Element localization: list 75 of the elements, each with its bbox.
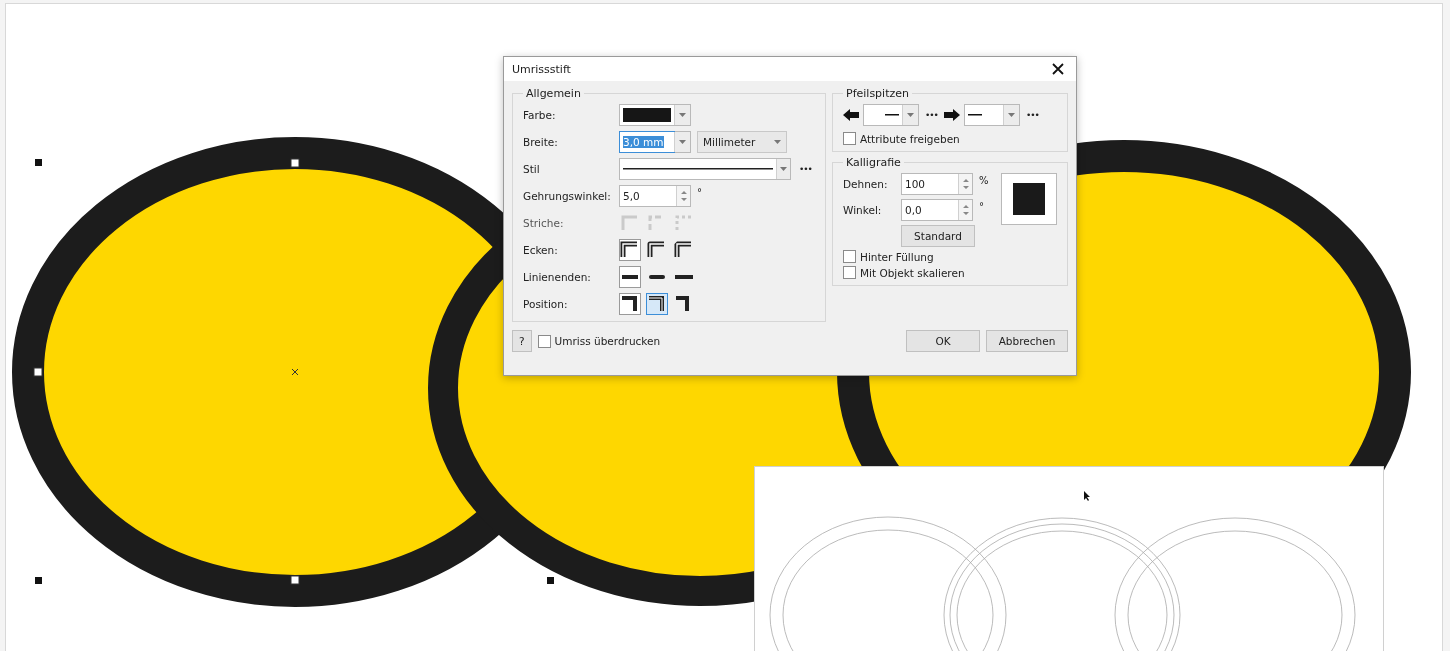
corner-style-button[interactable] <box>619 239 641 261</box>
default-button[interactable]: Standard <box>901 225 975 247</box>
color-picker[interactable] <box>619 104 691 126</box>
arrow-left-icon <box>843 109 859 121</box>
checkbox[interactable] <box>537 334 551 348</box>
selection-handle[interactable] <box>290 575 300 585</box>
outline-position-icon <box>647 294 667 314</box>
checkbox-label: Attribute freigeben <box>860 132 960 145</box>
checkbox-label: Hinter Füllung <box>860 250 934 263</box>
unit-label: ° <box>979 201 984 212</box>
more-button[interactable]: ••• <box>797 164 814 174</box>
selection-handle[interactable] <box>547 577 554 584</box>
unit-label: % <box>979 175 989 186</box>
group-title: Pfeilspitzen <box>845 87 910 100</box>
line-cap-button[interactable] <box>619 266 641 288</box>
spinner-arrows-icon <box>962 204 969 216</box>
line-style-dropdown[interactable] <box>619 158 791 180</box>
field-label: Farbe: <box>523 109 557 121</box>
checkbox[interactable] <box>843 250 856 263</box>
field-label: Position: <box>523 298 569 310</box>
selection-handle[interactable] <box>35 577 42 584</box>
line-icon <box>967 114 982 116</box>
field-label: Breite: <box>523 136 559 148</box>
center-mark-icon <box>291 368 299 376</box>
field-label: Striche: <box>523 217 565 229</box>
more-button[interactable]: ••• <box>923 110 940 120</box>
color-swatch-icon <box>623 108 671 122</box>
miter-field[interactable]: 5,0 <box>619 185 691 207</box>
line-cap-icon <box>648 274 666 280</box>
end-arrowhead-dropdown[interactable] <box>963 104 1020 126</box>
field-label: Dehnen: <box>843 178 889 190</box>
caret-icon <box>907 113 914 117</box>
line-cap-icon <box>621 274 639 280</box>
start-arrowhead-dropdown[interactable] <box>863 104 919 126</box>
caret-icon <box>679 140 686 144</box>
dialog-title: Umrissstift <box>512 62 571 76</box>
line-style-icon <box>623 167 773 171</box>
field-label: Winkel: <box>843 204 883 216</box>
position-button[interactable] <box>646 293 668 315</box>
field-label: Gehrungswinkel: <box>523 190 612 202</box>
stretch-field[interactable]: 100 <box>901 173 973 195</box>
group-title: Kalligrafie <box>845 156 902 169</box>
line-cap-icon <box>675 274 693 280</box>
cursor-icon <box>1084 491 1090 501</box>
corner-join-icon <box>647 240 667 260</box>
unit-label: ° <box>697 187 702 198</box>
line-icon <box>885 114 899 116</box>
field-label: Stil <box>523 163 541 175</box>
arrow-right-icon <box>943 109 960 121</box>
cancel-button[interactable]: Abbrechen <box>986 330 1068 352</box>
selection-handle[interactable] <box>35 159 42 166</box>
caret-icon <box>679 113 686 117</box>
checkbox[interactable] <box>843 266 856 279</box>
corner-join-icon <box>674 240 694 260</box>
outline-position-icon <box>620 294 640 314</box>
field-label: Ecken: <box>523 244 559 256</box>
caret-icon <box>1007 113 1015 117</box>
help-button[interactable]: ? <box>512 330 532 352</box>
spinner-arrows-icon <box>962 178 969 190</box>
group-title: Allgemein <box>525 87 582 100</box>
checkbox-label: Umriss überdrucken <box>554 335 661 347</box>
spinner-arrows-icon <box>680 190 687 202</box>
checkbox-label: Mit Objekt skalieren <box>860 266 965 279</box>
more-button[interactable]: ••• <box>1023 110 1041 120</box>
checkbox[interactable] <box>843 132 856 145</box>
selection-handle[interactable] <box>33 367 43 377</box>
field-label: Linienenden: <box>523 271 592 283</box>
position-button[interactable] <box>619 293 641 315</box>
corner-join-icon <box>620 240 640 260</box>
ok-button[interactable]: OK <box>906 330 980 352</box>
unit-dropdown[interactable]: Millimeter <box>697 131 787 153</box>
angle-field[interactable]: 0,0 <box>901 199 973 221</box>
nib-shape-icon <box>1013 183 1045 215</box>
selection-handle[interactable] <box>290 158 300 168</box>
caret-icon <box>774 140 781 144</box>
